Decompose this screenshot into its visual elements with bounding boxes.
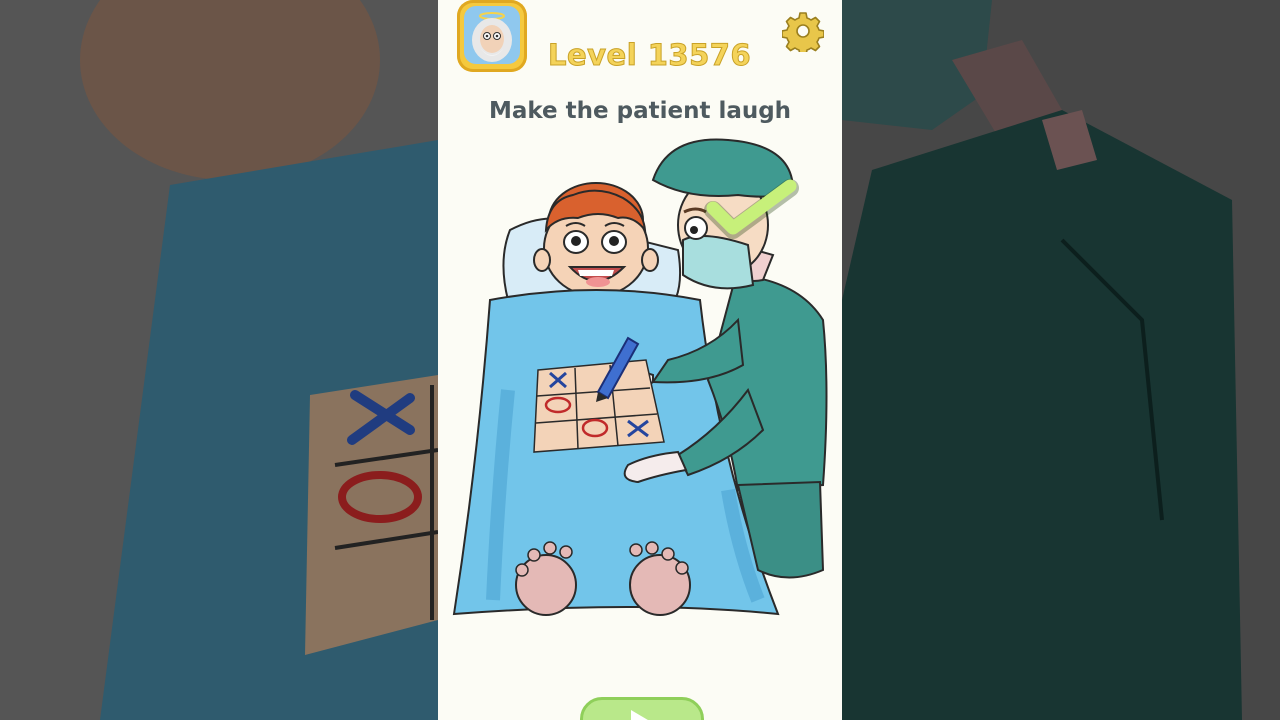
puzzle-scene xyxy=(438,130,842,630)
background-left-art xyxy=(0,0,438,720)
gear-icon[interactable] xyxy=(781,10,825,56)
background-right xyxy=(842,0,1280,720)
next-button[interactable] xyxy=(580,697,704,720)
level-title: Level 13576 xyxy=(547,38,752,73)
tic-tac-toe-board[interactable] xyxy=(533,359,665,453)
background-right-art xyxy=(842,0,1280,720)
app-icon-button[interactable] xyxy=(457,0,527,72)
game-screen: Level 13576 Make the patient laugh xyxy=(438,0,842,720)
scene-illustration xyxy=(452,138,828,616)
play-arrow-icon xyxy=(631,710,653,720)
old-man-avatar-icon xyxy=(464,6,520,64)
puzzle-instruction: Make the patient laugh xyxy=(488,98,792,124)
background-left xyxy=(0,0,438,720)
